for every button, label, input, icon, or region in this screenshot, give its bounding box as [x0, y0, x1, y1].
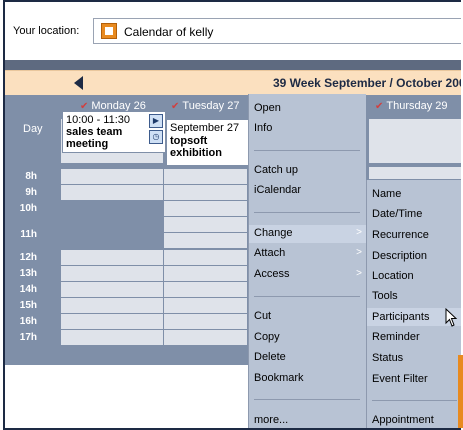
hour-label: 10h — [19, 203, 37, 214]
check-icon: ✔ — [375, 101, 384, 112]
submenu-item-location[interactable]: Location — [372, 270, 414, 282]
menu-separator — [254, 296, 360, 297]
time-slot[interactable] — [164, 185, 247, 200]
time-slot[interactable] — [164, 298, 247, 313]
time-slot[interactable] — [61, 185, 163, 200]
hour-label: 15h — [19, 300, 37, 311]
event-title: sales team meeting — [66, 126, 123, 150]
submenu-item-tools[interactable]: Tools — [372, 290, 398, 302]
change-submenu: Name Date/Time Recurrence Description Lo… — [366, 180, 461, 428]
time-slot[interactable] — [164, 330, 247, 345]
menu-item-bookmark[interactable]: Bookmark — [254, 372, 304, 384]
time-slot[interactable] — [164, 250, 247, 265]
hour-label: 16h — [19, 316, 37, 327]
mouse-cursor-icon — [445, 308, 458, 327]
allday-event-title-2: exhibition — [170, 147, 222, 159]
day-row-label: Day — [23, 123, 43, 135]
submenu-item-reminder[interactable]: Reminder — [372, 331, 420, 343]
menu-item-cut[interactable]: Cut — [254, 310, 271, 322]
menu-item-delete[interactable]: Delete — [254, 351, 286, 363]
hour-label: 13h — [19, 268, 37, 279]
hour-label: 9h — [25, 187, 37, 198]
submenu-item-description[interactable]: Description — [372, 250, 427, 262]
submenu-arrow-icon: > — [356, 268, 362, 279]
time-slot[interactable] — [164, 169, 247, 184]
calendar-window: Your location: Calendar of kelly 39 Week… — [3, 0, 461, 430]
hour-label: 12h — [19, 252, 37, 263]
hour-label: 17h — [19, 332, 37, 343]
time-slot[interactable] — [61, 330, 163, 345]
submenu-arrow-icon: > — [356, 227, 362, 238]
allday-event-date: September 27 — [170, 122, 240, 134]
clock-icon[interactable]: ◷ — [149, 130, 163, 144]
calendar-icon — [101, 23, 117, 39]
submenu-arrow-icon: > — [356, 247, 362, 258]
menu-separator — [372, 400, 457, 401]
menu-item-more[interactable]: more... — [254, 414, 288, 426]
day-header-thursday[interactable]: ✔ Thursday 29 — [367, 95, 461, 117]
submenu-item-name[interactable]: Name — [372, 188, 401, 200]
day-header-tuesday[interactable]: ✔ Tuesday 27 — [171, 95, 251, 117]
hour-label: 14h — [19, 284, 37, 295]
location-field[interactable]: Calendar of kelly — [93, 18, 461, 44]
submenu-item-participants[interactable]: Participants — [372, 311, 429, 323]
menu-item-info[interactable]: Info — [254, 122, 272, 134]
time-slot[interactable] — [164, 201, 247, 216]
toolbar-strip — [5, 60, 461, 70]
submenu-item-appointment[interactable]: Appointment — [372, 414, 434, 426]
time-slot[interactable] — [164, 266, 247, 281]
submenu-item-status[interactable]: Status — [372, 352, 403, 364]
menu-item-copy[interactable]: Copy — [254, 331, 280, 343]
week-navigation-bar: 39 Week September / October 200 — [5, 70, 461, 96]
time-slot[interactable] — [164, 217, 247, 232]
calendar-event[interactable]: 10:00 - 11:30 sales team meeting ▶ ◷ — [62, 111, 166, 153]
menu-item-open[interactable]: Open — [254, 102, 281, 114]
time-slot[interactable] — [61, 314, 163, 329]
allday-cell-thursday[interactable] — [369, 119, 461, 163]
previous-arrow-icon[interactable] — [74, 76, 83, 90]
week-title: 39 Week September / October 200 — [273, 76, 461, 90]
submenu-item-recurrence[interactable]: Recurrence — [372, 229, 429, 241]
time-slot[interactable] — [164, 282, 247, 297]
location-label: Your location: — [13, 25, 80, 37]
week-range: September / October 200 — [324, 76, 461, 90]
time-slot[interactable] — [61, 282, 163, 297]
hour-label: 8h — [25, 171, 37, 182]
week-number: 39 Week — [273, 76, 321, 90]
menu-item-catch-up[interactable]: Catch up — [254, 164, 298, 176]
submenu-item-datetime[interactable]: Date/Time — [372, 208, 422, 220]
check-icon: ✔ — [171, 101, 180, 112]
menu-item-icalendar[interactable]: iCalendar — [254, 184, 301, 196]
time-slot[interactable] — [369, 167, 461, 179]
accent-strip — [458, 355, 463, 428]
time-slot[interactable] — [164, 233, 247, 248]
event-time: 10:00 - 11:30 — [66, 114, 131, 126]
time-slot[interactable] — [164, 314, 247, 329]
menu-separator — [254, 399, 360, 400]
time-slot[interactable] — [61, 298, 163, 313]
menu-item-attach[interactable]: Attach — [254, 247, 285, 259]
submenu-item-event-filter[interactable]: Event Filter — [372, 373, 428, 385]
time-slot[interactable] — [61, 169, 163, 184]
context-menu: Open Info Catch up iCalendar Change > At… — [248, 94, 366, 428]
menu-item-change[interactable]: Change — [254, 227, 293, 239]
time-slot[interactable] — [61, 250, 163, 265]
menu-separator — [254, 212, 360, 213]
allday-event[interactable]: September 27 topsoft exhibition — [167, 120, 249, 165]
play-icon[interactable]: ▶ — [149, 114, 163, 128]
location-bar: Your location: Calendar of kelly — [5, 2, 461, 58]
hour-label: 11h — [20, 229, 37, 240]
menu-item-access[interactable]: Access — [254, 268, 289, 280]
time-slot[interactable] — [61, 266, 163, 281]
allday-event-title-1: topsoft — [170, 135, 208, 147]
menu-separator — [254, 150, 360, 151]
location-value: Calendar of kelly — [124, 25, 214, 39]
